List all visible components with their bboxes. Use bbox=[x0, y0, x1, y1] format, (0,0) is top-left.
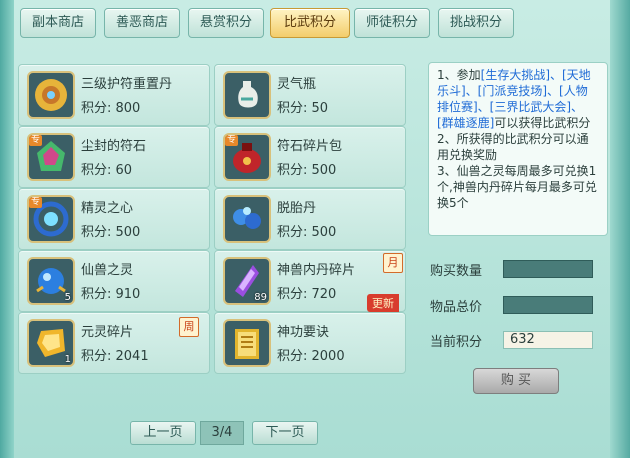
next-page-button[interactable]: 下一页 bbox=[252, 421, 318, 445]
tab-karma-shop[interactable]: 善恶商店 bbox=[104, 8, 180, 38]
rune-shard-bag-icon: 专 bbox=[223, 133, 271, 181]
spirit-heart-icon: 专 bbox=[27, 195, 75, 243]
tab-bounty-points[interactable]: 悬赏积分 bbox=[188, 8, 264, 38]
quantity-field[interactable] bbox=[503, 260, 593, 278]
buy-button[interactable]: 购 买 bbox=[473, 368, 559, 394]
tab-challenge-points[interactable]: 挑战积分 bbox=[438, 8, 514, 38]
item-price: 积分: 500 bbox=[277, 163, 337, 178]
shop-item[interactable]: 5 仙兽之灵 积分: 910 bbox=[18, 250, 210, 312]
info-line3: 3、仙兽之灵每周最多可兑换1个,神兽内丹碎片每月最多可兑换5个 bbox=[437, 164, 597, 210]
weekly-limit-tag: 周 bbox=[179, 317, 199, 337]
item-name: 神兽内丹碎片 bbox=[277, 263, 356, 278]
item-stack-count: 1 bbox=[64, 354, 71, 365]
rebirth-pill-icon bbox=[223, 195, 271, 243]
info-line2: 2、所获得的比武积分可以通用兑换奖励 bbox=[437, 132, 589, 162]
item-name: 符石碎片包 bbox=[277, 139, 343, 154]
updated-ribbon: 更新 bbox=[367, 294, 399, 312]
item-stack-count: 5 bbox=[64, 292, 71, 303]
item-grid: 三级护符重置丹 积分: 800 灵气瓶 积分: 50 专 尘封的符石 积分: 6… bbox=[14, 58, 412, 374]
item-name: 灵气瓶 bbox=[277, 77, 317, 92]
window-border-right bbox=[610, 0, 630, 458]
beast-spirit-orb-icon: 5 bbox=[27, 257, 75, 305]
item-name: 精灵之心 bbox=[81, 201, 134, 216]
item-name: 元灵碎片 bbox=[81, 325, 134, 340]
item-price: 积分: 500 bbox=[81, 225, 141, 240]
tab-dungeon-shop[interactable]: 副本商店 bbox=[20, 8, 96, 38]
shop-item[interactable]: 专 精灵之心 积分: 500 bbox=[18, 188, 210, 250]
shop-item[interactable]: 脱胎丹 积分: 500 bbox=[214, 188, 406, 250]
item-name: 神功要诀 bbox=[277, 325, 330, 340]
shop-item[interactable]: 三级护符重置丹 积分: 800 bbox=[18, 64, 210, 126]
item-price: 积分: 720 bbox=[277, 287, 337, 302]
item-price: 积分: 2000 bbox=[277, 349, 345, 364]
exclusive-badge: 专 bbox=[29, 135, 43, 146]
window-border-left bbox=[0, 0, 14, 458]
item-price: 积分: 2041 bbox=[81, 349, 149, 364]
tab-arena-points[interactable]: 比武积分 bbox=[270, 8, 350, 38]
current-points-field: 632 bbox=[503, 331, 593, 349]
info-line1-prefix: 1、参加 bbox=[437, 68, 481, 82]
spirit-vase-icon bbox=[223, 71, 271, 119]
page-indicator: 3/4 bbox=[200, 421, 244, 445]
item-name: 脱胎丹 bbox=[277, 201, 317, 216]
item-name: 三级护符重置丹 bbox=[81, 77, 173, 92]
item-price: 积分: 60 bbox=[81, 163, 133, 178]
golden-amulet-pill-icon bbox=[27, 71, 75, 119]
shop-item[interactable]: 89 神兽内丹碎片 积分: 720 月 更新 bbox=[214, 250, 406, 312]
quantity-label: 购买数量 bbox=[430, 264, 483, 279]
points-info-panel: 1、参加[生存大挑战]、[天地乐斗]、[门派竞技场]、[人物排位赛]、[三界比武… bbox=[428, 62, 608, 236]
tab-mentor-points[interactable]: 师徒积分 bbox=[354, 8, 430, 38]
shop-window: 副本商店 善恶商店 悬赏积分 比武积分 师徒积分 挑战积分 三级护符重置丹 积分… bbox=[0, 0, 630, 458]
prev-page-button[interactable]: 上一页 bbox=[130, 421, 196, 445]
shop-item[interactable]: 专 尘封的符石 积分: 60 bbox=[18, 126, 210, 188]
shop-item[interactable]: 专 符石碎片包 积分: 500 bbox=[214, 126, 406, 188]
item-price: 积分: 500 bbox=[277, 225, 337, 240]
yuanling-shard-icon: 1 bbox=[27, 319, 75, 367]
item-price: 积分: 910 bbox=[81, 287, 141, 302]
shop-item[interactable]: 神功要诀 积分: 2000 bbox=[214, 312, 406, 374]
item-price: 积分: 800 bbox=[81, 101, 141, 116]
item-stack-count: 89 bbox=[254, 292, 267, 303]
skill-manual-book-icon bbox=[223, 319, 271, 367]
current-points-label: 当前积分 bbox=[430, 335, 483, 350]
sealed-rune-stone-icon: 专 bbox=[27, 133, 75, 181]
shop-item[interactable]: 1 元灵碎片 积分: 2041 周 bbox=[18, 312, 210, 374]
info-line1-suffix: 可以获得比武积分 bbox=[494, 116, 591, 130]
total-price-label: 物品总价 bbox=[430, 300, 483, 315]
divine-beast-core-shard-icon: 89 bbox=[223, 257, 271, 305]
exclusive-badge: 专 bbox=[225, 135, 239, 146]
total-price-field bbox=[503, 296, 593, 314]
item-price: 积分: 50 bbox=[277, 101, 329, 116]
monthly-limit-tag: 月 bbox=[383, 253, 403, 273]
item-name: 尘封的符石 bbox=[81, 139, 147, 154]
exclusive-badge: 专 bbox=[29, 197, 43, 208]
item-name: 仙兽之灵 bbox=[81, 263, 134, 278]
shop-item[interactable]: 灵气瓶 积分: 50 bbox=[214, 64, 406, 126]
